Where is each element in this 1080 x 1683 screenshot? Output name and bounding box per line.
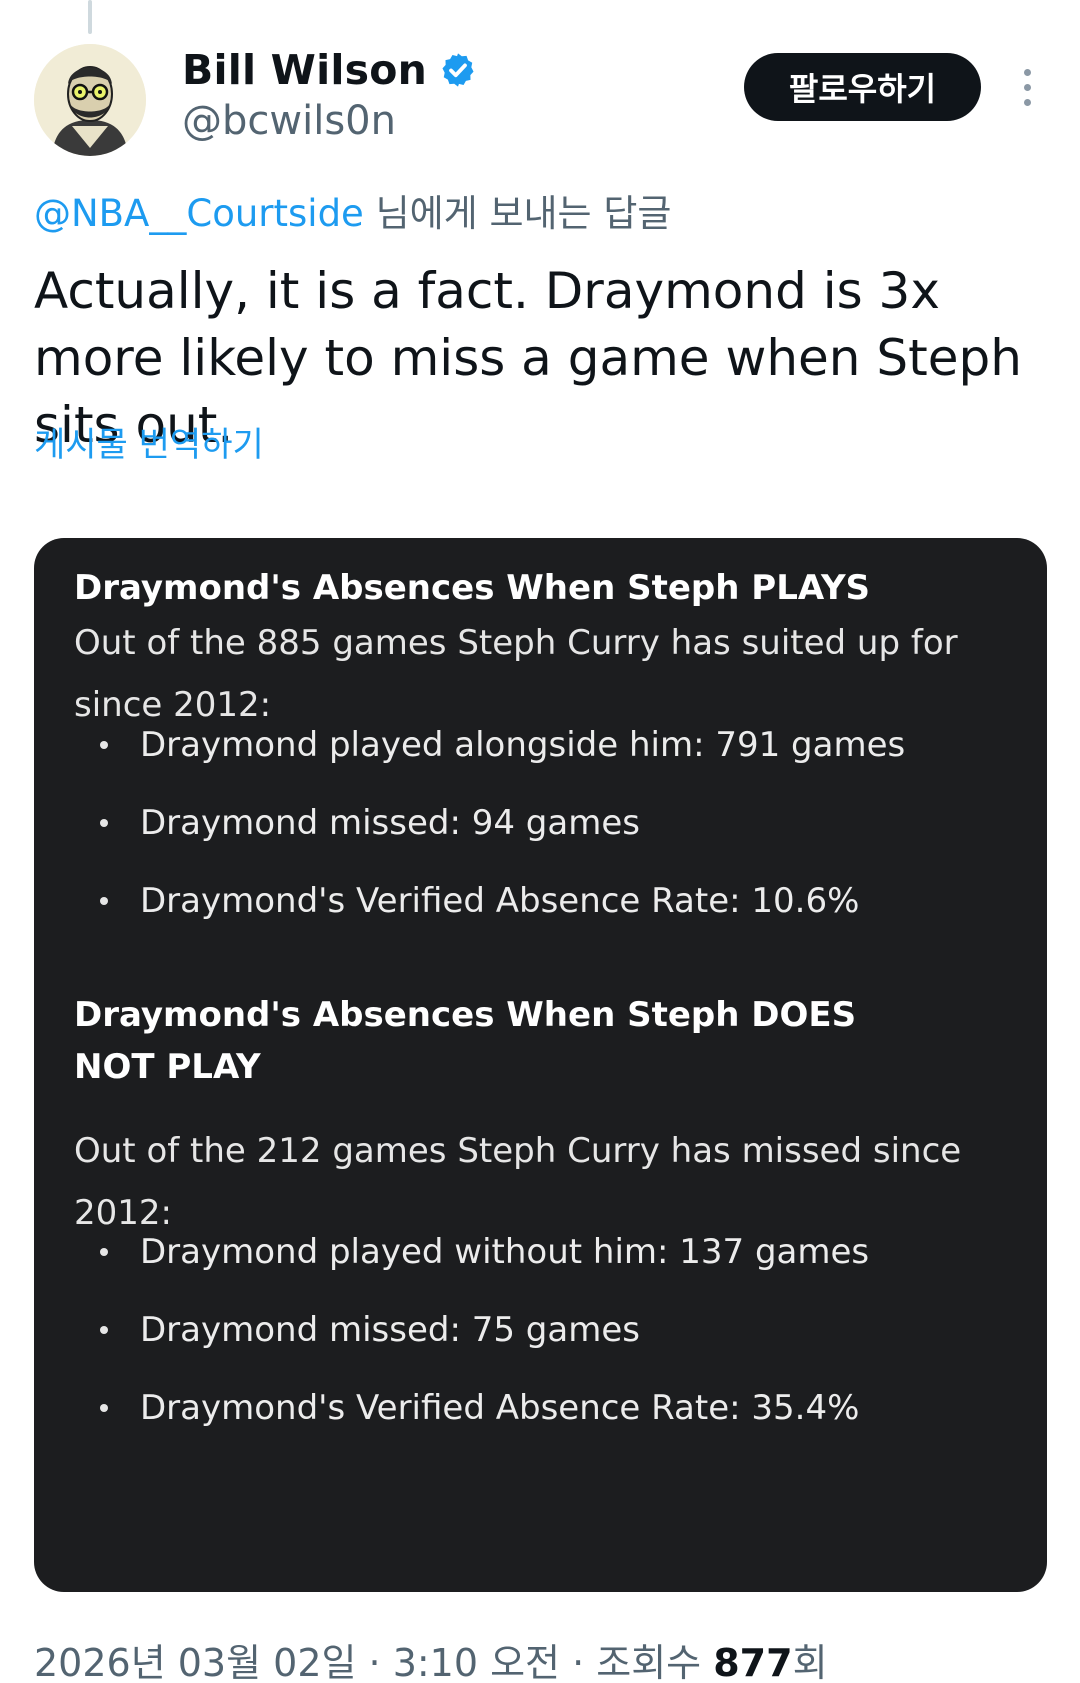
bullet-dot [100,1248,108,1256]
more-vertical-icon[interactable] [1012,62,1042,112]
list-item-text: Draymond's Verified Absence Rate: 10.6% [140,881,860,921]
author-display-name[interactable]: Bill Wilson [182,46,427,94]
tweet-detail: Bill Wilson @bcwils0n 팔로우하기 @NBA__Courts… [0,0,1080,1683]
more-dot [1023,98,1031,106]
attached-image-card[interactable]: Draymond's Absences When Steph PLAYS Out… [34,538,1047,1592]
author-handle[interactable]: @bcwils0n [182,98,396,144]
verified-badge-icon [442,53,474,87]
view-count: 877 [713,1641,793,1683]
bullet-dot [100,741,108,749]
view-count-suffix: 회 [792,1641,828,1683]
bullet-dot [100,897,108,905]
list-item: Draymond played without him: 137 games [74,1227,1014,1277]
avatar-portrait-icon [34,44,146,156]
follow-button[interactable]: 팔로우하기 [744,53,981,121]
list-item-text: Draymond played without him: 137 games [140,1232,870,1272]
list-item-text: Draymond missed: 75 games [140,1310,640,1350]
bullet-dot [100,1326,108,1334]
list-item: Draymond missed: 75 games [74,1305,1014,1355]
section-heading: Draymond's Absences When Steph PLAYS [74,568,871,608]
reply-mention-link[interactable]: @NBA__Courtside [34,192,364,235]
list-item: Draymond played alongside him: 791 games [74,720,1014,770]
section-heading: Draymond's Absences When Steph DOES NOT … [74,995,857,1087]
section-intro: Out of the 212 games Steph Curry has mis… [74,1131,962,1233]
more-dot [1023,83,1031,91]
list-item: Draymond's Verified Absence Rate: 10.6% [74,876,1014,926]
section-intro: Out of the 885 games Steph Curry has sui… [74,623,958,725]
list-item: Draymond missed: 94 games [74,798,1014,848]
bullet-dot [100,1404,108,1412]
reply-context-suffix: 님에게 보내는 답글 [363,192,672,235]
list-item-text: Draymond's Verified Absence Rate: 35.4% [140,1388,860,1428]
list-item: Draymond's Verified Absence Rate: 35.4% [74,1383,1014,1433]
author-name-row[interactable]: Bill Wilson [182,42,477,98]
list-item-text: Draymond missed: 94 games [140,803,640,843]
list-item-text: Draymond played alongside him: 791 games [140,725,906,765]
reply-context: @NBA__Courtside 님에게 보내는 답글 [34,183,671,237]
bullet-dot [100,819,108,827]
translate-post-link[interactable]: 게시물 번역하기 [34,417,264,466]
avatar[interactable] [34,44,146,156]
thread-connector-line [88,0,92,34]
post-meta: 2026년 03월 02일 · 3:10 오전 · 조회수 877회 [34,1632,828,1683]
more-dot [1023,68,1031,76]
post-timestamp[interactable]: 2026년 03월 02일 · 3:10 오전 · 조회수 [34,1641,713,1683]
